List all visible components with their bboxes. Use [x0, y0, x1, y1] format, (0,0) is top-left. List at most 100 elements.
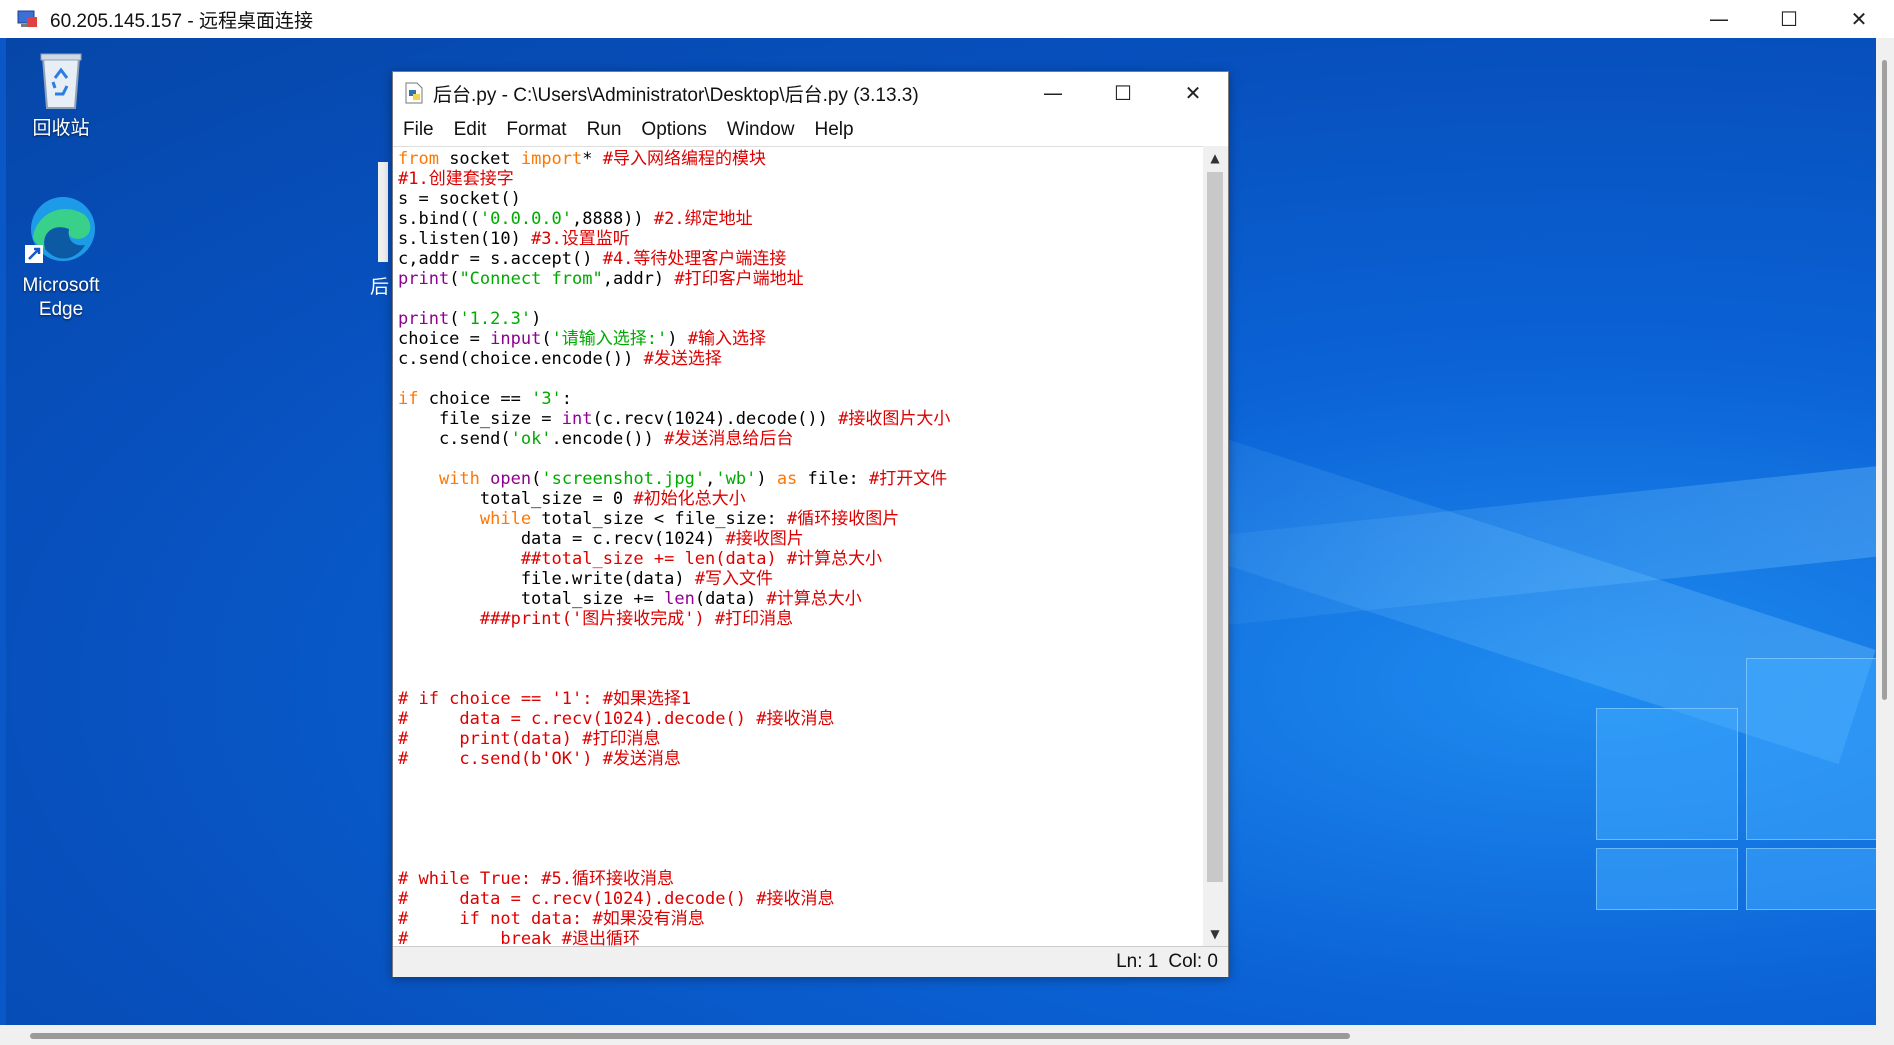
- rdp-vertical-scroll-thumb[interactable]: [1882, 60, 1887, 700]
- code-line[interactable]: [398, 769, 950, 789]
- code-line[interactable]: file_size = int(c.recv(1024).decode()) #…: [398, 409, 950, 429]
- code-line[interactable]: # data = c.recv(1024).decode() #接收消息: [398, 709, 950, 729]
- menu-options[interactable]: Options: [631, 119, 716, 141]
- idle-maximize-button[interactable]: ☐: [1088, 72, 1158, 114]
- menu-edit[interactable]: Edit: [444, 119, 497, 141]
- menu-format[interactable]: Format: [496, 119, 576, 141]
- code-token: if: [398, 389, 419, 409]
- code-line[interactable]: # print(data) #打印消息: [398, 729, 950, 749]
- code-line[interactable]: [398, 789, 950, 809]
- code-token: *: [582, 149, 603, 169]
- code-line[interactable]: [398, 449, 950, 469]
- code-token: c.send(choice.encode()): [398, 349, 644, 369]
- code-token: ,: [705, 469, 716, 489]
- code-line[interactable]: [398, 809, 950, 829]
- code-line[interactable]: [398, 289, 950, 309]
- code-line[interactable]: [398, 669, 950, 689]
- code-token: '1.2.3': [459, 309, 532, 329]
- idle-statusbar: Ln: 1 Col: 0: [393, 946, 1228, 977]
- code-line[interactable]: c.send('ok'.encode()) #发送消息给后台: [398, 429, 950, 449]
- code-token: .encode()): [551, 429, 665, 449]
- code-token: s.listen(10): [398, 229, 532, 249]
- code-token: while: [479, 509, 532, 529]
- code-token: #打开文件: [868, 469, 948, 489]
- code-line[interactable]: choice = input('请输入选择:') #输入选择: [398, 329, 950, 349]
- code-token: "Connect from": [459, 269, 603, 289]
- code-line[interactable]: # c.send(b'OK') #发送消息: [398, 749, 950, 769]
- scroll-down-icon[interactable]: ▼: [1203, 922, 1227, 946]
- code-line[interactable]: ###print('图片接收完成') #打印消息: [398, 609, 950, 629]
- code-line[interactable]: s.bind(('0.0.0.0',8888)) #2.绑定地址: [398, 209, 950, 229]
- code-line[interactable]: file.write(data) #写入文件: [398, 569, 950, 589]
- code-line[interactable]: s.listen(10) #3.设置监听: [398, 229, 950, 249]
- idle-minimize-button[interactable]: —: [1018, 72, 1088, 114]
- editor-scroll-thumb[interactable]: [1207, 172, 1223, 882]
- edge-icon: [6, 193, 116, 274]
- menu-run[interactable]: Run: [577, 119, 632, 141]
- menu-window[interactable]: Window: [717, 119, 805, 141]
- code-line[interactable]: [398, 849, 950, 869]
- code-token: #计算总大小: [766, 589, 862, 609]
- code-token: total_size = 0: [398, 489, 634, 509]
- code-line[interactable]: [398, 829, 950, 849]
- rdp-minimize-button[interactable]: —: [1684, 0, 1754, 38]
- code-token: s.bind((: [398, 209, 480, 229]
- code-token: ,8888)): [572, 209, 654, 229]
- code-token: # break #退出循环: [398, 929, 640, 947]
- rdp-horizontal-scroll-thumb[interactable]: [30, 1033, 1350, 1039]
- code-token: #写入文件: [694, 569, 774, 589]
- desktop-icon-recycle-bin[interactable]: 回收站: [6, 48, 116, 141]
- code-line[interactable]: with open('screenshot.jpg','wb') as file…: [398, 469, 950, 489]
- menu-file[interactable]: File: [393, 119, 444, 141]
- editor-vertical-scrollbar[interactable]: ▲ ▼: [1203, 146, 1227, 946]
- code-token: input: [490, 329, 542, 349]
- code-line[interactable]: [398, 649, 950, 669]
- code-token: int: [561, 409, 593, 429]
- code-line[interactable]: from socket import* #导入网络编程的模块: [398, 149, 950, 169]
- desktop-icon-edge[interactable]: Microsoft Edge: [6, 193, 116, 322]
- code-line[interactable]: s = socket(): [398, 189, 950, 209]
- code-token: # c.send(b'OK') #发送消息: [398, 749, 681, 769]
- code-token: #4.等待处理客户端连接: [602, 249, 787, 269]
- rdp-maximize-button[interactable]: ☐: [1754, 0, 1824, 38]
- remote-desktop-icon: [16, 8, 38, 30]
- code-token: (: [449, 269, 460, 289]
- code-line[interactable]: # if not data: #如果没有消息: [398, 909, 950, 929]
- code-line[interactable]: # break #退出循环: [398, 929, 950, 947]
- code-line[interactable]: c,addr = s.accept() #4.等待处理客户端连接: [398, 249, 950, 269]
- code-line[interactable]: [398, 369, 950, 389]
- code-line[interactable]: print('1.2.3'): [398, 309, 950, 329]
- code-token: ): [756, 469, 777, 489]
- code-line[interactable]: total_size += len(data) #计算总大小: [398, 589, 950, 609]
- code-token: from: [398, 149, 439, 169]
- code-line[interactable]: #1.创建套接字: [398, 169, 950, 189]
- background-window-edge: [378, 162, 388, 262]
- code-line[interactable]: print("Connect from",addr) #打印客户端地址: [398, 269, 950, 289]
- code-line[interactable]: # while True: #5.循环接收消息: [398, 869, 950, 889]
- code-line[interactable]: # data = c.recv(1024).decode() #接收消息: [398, 889, 950, 909]
- code-line[interactable]: total_size = 0 #初始化总大小: [398, 489, 950, 509]
- code-token: 'ok': [510, 429, 552, 449]
- idle-close-button[interactable]: ✕: [1158, 72, 1228, 114]
- scroll-up-icon[interactable]: ▲: [1203, 146, 1227, 170]
- code-line[interactable]: ##total_size += len(data) #计算总大小: [398, 549, 950, 569]
- code-token: 'wb': [715, 469, 757, 489]
- menu-help[interactable]: Help: [804, 119, 863, 141]
- code-line[interactable]: [398, 629, 950, 649]
- rdp-close-button[interactable]: ✕: [1824, 0, 1894, 38]
- code-line[interactable]: # if choice == '1': #如果选择1: [398, 689, 950, 709]
- python-file-icon: [403, 82, 425, 104]
- code-token: #2.绑定地址: [653, 209, 753, 229]
- code-line[interactable]: data = c.recv(1024) #接收图片: [398, 529, 950, 549]
- code-line[interactable]: while total_size < file_size: #循环接收图片: [398, 509, 950, 529]
- code-line[interactable]: if choice == '3':: [398, 389, 950, 409]
- code-token: print: [398, 309, 450, 329]
- code-token: total_size +=: [398, 589, 665, 609]
- code-token: (data): [694, 589, 767, 609]
- code-line[interactable]: c.send(choice.encode()) #发送选择: [398, 349, 950, 369]
- code-text[interactable]: from socket import* #导入网络编程的模块 #1.创建套接字 s …: [398, 149, 950, 947]
- code-editor[interactable]: from socket import* #导入网络编程的模块 #1.创建套接字 s …: [393, 146, 1203, 947]
- recycle-bin-label: 回收站: [32, 118, 90, 139]
- rdp-titlebar: 60.205.145.157 - 远程桌面连接 — ☐ ✕: [0, 0, 1894, 38]
